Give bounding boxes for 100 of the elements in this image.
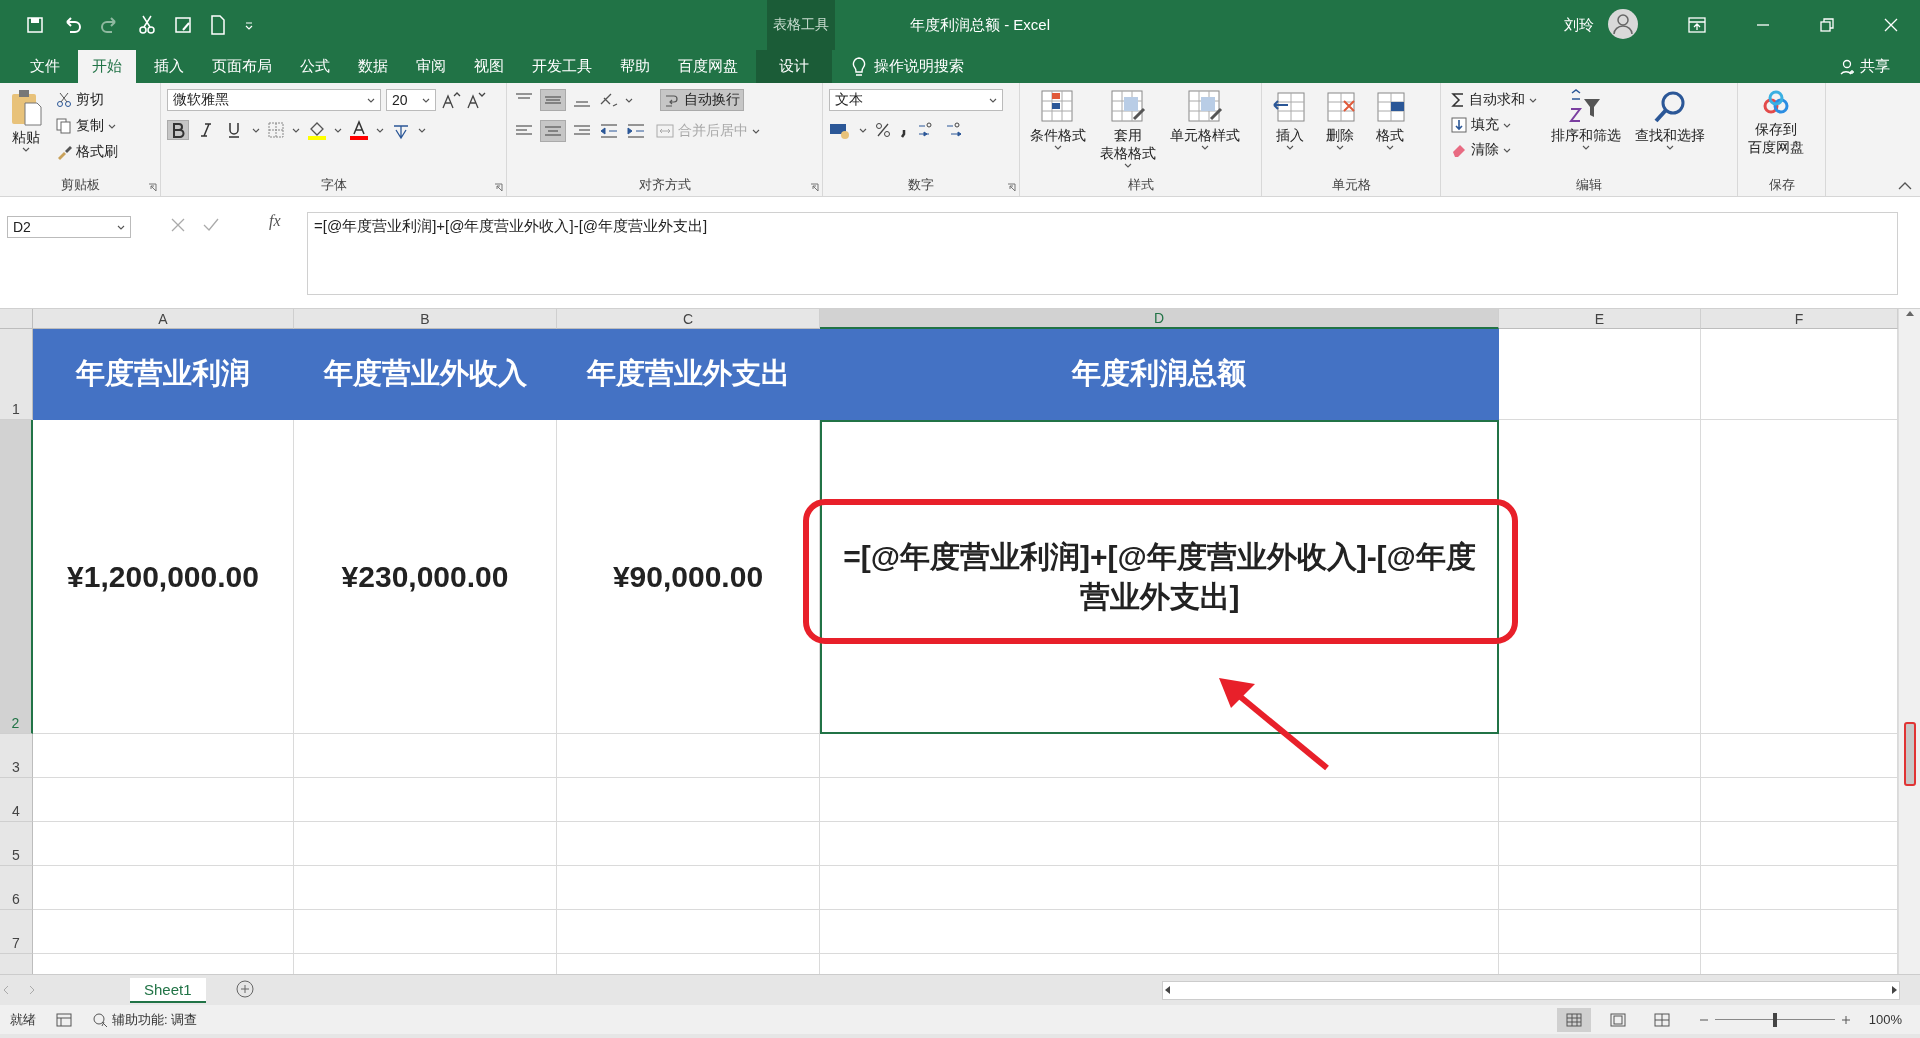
dialog-launcher-icon[interactable] [148, 183, 157, 192]
percent-icon[interactable] [875, 122, 891, 138]
dialog-launcher-icon[interactable] [810, 183, 819, 192]
tell-me-search[interactable]: 操作说明搜索 [874, 57, 964, 76]
customize-icon[interactable] [244, 20, 254, 30]
scroll-right-icon[interactable] [1891, 985, 1899, 995]
fill-button[interactable]: 填充 [1447, 114, 1541, 136]
empty-cell[interactable] [1499, 420, 1701, 734]
style-gallery-button[interactable]: 单元格样式 [1166, 89, 1244, 176]
borders-icon[interactable] [267, 121, 285, 139]
empty-cell[interactable] [557, 822, 820, 866]
cells-button[interactable]: 格式 [1368, 89, 1412, 176]
clear-button[interactable]: 清除 [1447, 139, 1541, 161]
restore-icon[interactable] [1820, 18, 1834, 32]
row-header[interactable]: 2 [0, 420, 33, 734]
empty-cell[interactable] [294, 910, 557, 954]
find-select-button[interactable]: 查找和选择 [1631, 89, 1709, 176]
select-all-corner[interactable] [0, 309, 33, 329]
grow-font-icon[interactable] [441, 91, 461, 109]
empty-cell[interactable] [557, 734, 820, 778]
empty-cell[interactable] [1499, 866, 1701, 910]
sort-filter-button[interactable]: 排序和筛选 [1547, 89, 1625, 176]
empty-cell[interactable] [557, 778, 820, 822]
scroll-left-icon[interactable] [1163, 985, 1171, 995]
scissors-icon[interactable] [138, 15, 156, 35]
style-gallery-button[interactable]: 套用 表格格式 [1096, 89, 1160, 176]
save-as-icon[interactable] [174, 16, 192, 34]
ribbon-tab[interactable]: 数据 [344, 50, 402, 83]
column-header[interactable]: C [557, 309, 820, 329]
column-header[interactable]: D [820, 309, 1499, 329]
name-box[interactable]: D2 [7, 216, 131, 238]
avatar-icon[interactable] [1608, 8, 1638, 39]
zoom-level[interactable]: 100% [1868, 1012, 1902, 1027]
ribbon-tab[interactable]: 页面布局 [198, 50, 286, 83]
add-sheet-icon[interactable] [235, 979, 254, 998]
collapse-ribbon-icon[interactable] [1898, 182, 1912, 190]
empty-cell[interactable] [294, 866, 557, 910]
empty-cell[interactable] [820, 778, 1499, 822]
row-header[interactable]: 1 [0, 329, 33, 420]
empty-cell[interactable] [294, 734, 557, 778]
column-header[interactable]: E [1499, 309, 1701, 329]
empty-cell[interactable] [557, 866, 820, 910]
empty-cell[interactable] [294, 822, 557, 866]
formula-input[interactable]: =[@年度营业利润]+[@年度营业外收入]-[@年度营业外支出] [307, 212, 1898, 295]
empty-cell[interactable] [1499, 778, 1701, 822]
center-align-button[interactable] [540, 120, 566, 142]
save-to-cloud-button[interactable]: 保存到 百度网盘 [1744, 89, 1808, 176]
row-header[interactable]: 6 [0, 866, 33, 910]
empty-cell[interactable] [1499, 822, 1701, 866]
empty-cell[interactable] [294, 778, 557, 822]
accessibility-status[interactable]: 辅助功能: 调查 [112, 1010, 198, 1029]
copy-button[interactable]: 复制 [52, 115, 122, 137]
bold-button[interactable] [167, 120, 189, 140]
empty-cell[interactable] [1499, 734, 1701, 778]
cut-button[interactable]: 剪切 [52, 89, 122, 111]
ribbon-tab[interactable]: 帮助 [606, 50, 664, 83]
insert-function-button[interactable]: fx [269, 212, 307, 230]
style-gallery-button[interactable]: 条件格式 [1026, 89, 1090, 176]
share-button[interactable]: 共享 [1834, 50, 1896, 83]
new-document-icon[interactable] [210, 15, 226, 35]
number-format-dropdown[interactable]: 文本 [829, 89, 1003, 111]
fill-color-icon[interactable] [307, 120, 327, 140]
empty-cell[interactable] [820, 734, 1499, 778]
scrollbar-thumb[interactable] [1903, 722, 1916, 786]
save-icon[interactable] [26, 16, 44, 34]
row-header[interactable]: 3 [0, 734, 33, 778]
ribbon-tab[interactable]: 审阅 [402, 50, 460, 83]
shrink-font-icon[interactable] [466, 91, 486, 109]
middle-align-button[interactable] [540, 89, 566, 111]
close-icon[interactable] [1884, 18, 1898, 32]
ribbon-tab[interactable]: 视图 [460, 50, 518, 83]
format-painter-button[interactable]: 格式刷 [52, 141, 122, 163]
wrap-text-button[interactable]: 自动换行 [660, 89, 744, 111]
ribbon-tab[interactable]: 百度网盘 [664, 50, 752, 83]
cells-button[interactable]: 删除 [1318, 89, 1362, 176]
empty-cell[interactable] [820, 822, 1499, 866]
empty-cell[interactable] [820, 910, 1499, 954]
sheet-tab[interactable]: Sheet1 [130, 977, 206, 1003]
column-header[interactable]: F [1701, 309, 1898, 329]
ribbon-tab[interactable]: 插入 [140, 50, 198, 83]
row-header[interactable]: 5 [0, 822, 33, 866]
ribbon-tab[interactable]: 文件 [16, 50, 74, 83]
enter-icon[interactable] [203, 218, 219, 232]
font-color-icon[interactable] [349, 120, 369, 140]
column-header[interactable]: A [33, 309, 294, 329]
empty-cell[interactable] [820, 866, 1499, 910]
normal-view-button[interactable] [1556, 1007, 1591, 1032]
ribbon-tab[interactable]: 公式 [286, 50, 344, 83]
row-header[interactable]: 7 [0, 910, 33, 954]
row-header[interactable]: 4 [0, 778, 33, 822]
font-name-dropdown[interactable]: 微软雅黑 [167, 89, 381, 111]
zoom-in-icon[interactable] [1840, 1014, 1851, 1025]
cells-button[interactable]: 插入 [1268, 89, 1312, 176]
dialog-launcher-icon[interactable] [1007, 183, 1016, 192]
autosum-button[interactable]: 自动求和 [1447, 89, 1541, 111]
cancel-icon[interactable] [171, 218, 185, 232]
dialog-launcher-icon[interactable] [494, 183, 503, 192]
empty-cell[interactable] [1499, 910, 1701, 954]
ribbon-tab[interactable]: 开发工具 [518, 50, 606, 83]
ribbon-tab[interactable]: 开始 [78, 50, 136, 83]
